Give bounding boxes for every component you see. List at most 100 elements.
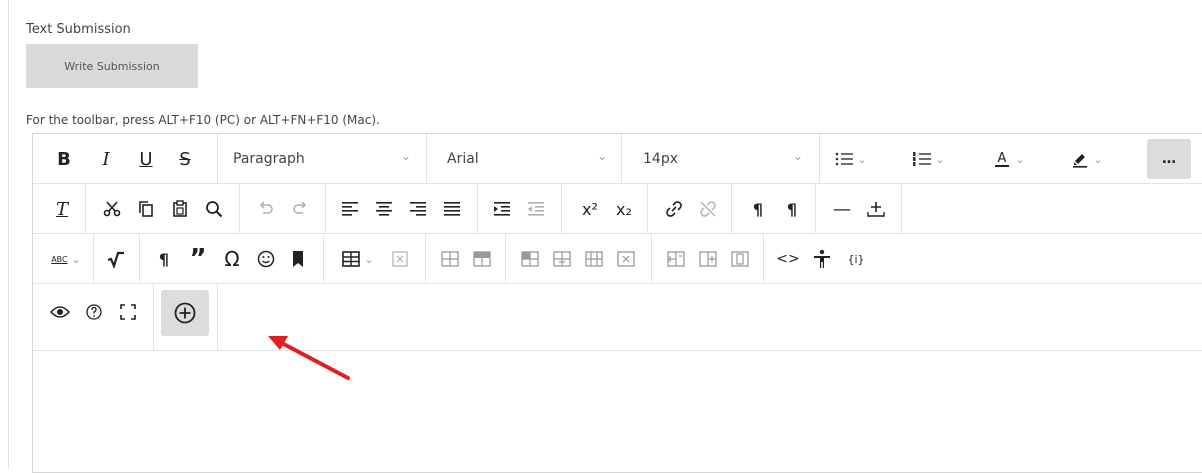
separator (323, 234, 324, 284)
clear-formatting-button[interactable]: T (47, 193, 77, 225)
bullet-list-button[interactable]: ⌄ (829, 143, 873, 175)
horizontal-line-button[interactable]: — (827, 193, 857, 225)
superscript-button[interactable]: x² (575, 193, 605, 225)
paragraph-select[interactable]: Paragraph ⌄ (233, 143, 417, 175)
underline-button[interactable]: U (131, 143, 161, 175)
rtl-button[interactable]: ¶ (777, 193, 807, 225)
left-border (8, 0, 9, 468)
highlighter-icon (1073, 154, 1088, 168)
cell-props-button[interactable] (435, 243, 465, 275)
font-size-select-value: 14px (643, 151, 678, 167)
align-right-icon (410, 202, 426, 216)
unlink-button[interactable] (693, 193, 723, 225)
more-icon: … (1162, 151, 1176, 167)
table-button[interactable]: ⌄ (333, 243, 383, 275)
delete-table-button[interactable] (385, 243, 415, 275)
chevron-down-icon: ⌄ (1093, 152, 1103, 166)
accessibility-button[interactable] (807, 243, 837, 275)
col-delete-icon (731, 251, 749, 267)
paste-button[interactable] (165, 193, 195, 225)
numbered-list-icon (913, 152, 932, 166)
bullet-list-icon (836, 152, 854, 166)
accessibility-icon (814, 249, 830, 268)
separator (815, 184, 816, 234)
outdent-button[interactable] (521, 193, 551, 225)
insert-row-before-button[interactable] (515, 243, 545, 275)
fullscreen-button[interactable] (113, 296, 143, 328)
spellcheck-button[interactable]: ABC ⌄ (43, 243, 89, 275)
plus-circle-icon (174, 302, 196, 324)
font-size-select[interactable]: 14px ⌄ (643, 143, 809, 175)
separator (621, 134, 622, 184)
copy-button[interactable] (131, 193, 161, 225)
chevron-down-icon: ⌄ (935, 152, 945, 166)
row-props-button[interactable] (611, 243, 641, 275)
show-blocks-button[interactable]: ¶ (149, 243, 179, 275)
insert-col-before-button[interactable] (661, 243, 691, 275)
italic-button[interactable]: I (91, 143, 121, 175)
merge-cells-button[interactable] (467, 243, 497, 275)
toolbar-row-2: T x² x₂ ¶ ¶ — (33, 184, 1202, 234)
source-code-button[interactable]: <> (773, 243, 803, 275)
align-justify-icon (444, 202, 460, 216)
more-button[interactable]: … (1147, 139, 1191, 179)
chevron-down-icon: ⌄ (1015, 152, 1025, 166)
rich-text-editor: B I U S Paragraph ⌄ Arial ⌄ 14px ⌄ ⌄ ⌄ A (32, 133, 1202, 473)
redo-button[interactable] (285, 193, 315, 225)
insert-link-button[interactable] (659, 193, 689, 225)
write-submission-button[interactable]: Write Submission (26, 44, 198, 88)
separator (819, 134, 820, 184)
subscript-button[interactable]: x₂ (609, 193, 639, 225)
toolbar-hint: For the toolbar, press ALT+F10 (PC) or A… (26, 113, 380, 127)
special-char-button[interactable]: Ω (217, 243, 247, 275)
table-icon (342, 251, 361, 267)
ltr-button[interactable]: ¶ (743, 193, 773, 225)
help-button[interactable] (79, 296, 109, 328)
table-row-icon (473, 251, 491, 267)
insert-row-after-button[interactable] (547, 243, 577, 275)
insert-nonbreaking-button[interactable] (861, 193, 891, 225)
col-insert-icon (667, 251, 685, 267)
align-left-button[interactable] (335, 193, 365, 225)
anchor-button[interactable] (283, 243, 313, 275)
delete-col-button[interactable] (725, 243, 755, 275)
chevron-down-icon: ⌄ (71, 252, 81, 266)
text-color-button[interactable]: A ⌄ (983, 143, 1035, 175)
cut-button[interactable] (97, 193, 127, 225)
col-after-icon (699, 251, 717, 267)
strikethrough-button[interactable]: S (170, 143, 200, 175)
align-right-button[interactable] (403, 193, 433, 225)
separator (505, 234, 506, 284)
undo-button[interactable] (251, 193, 281, 225)
highlight-color-button[interactable]: ⌄ (1061, 143, 1113, 175)
separator (426, 134, 427, 184)
preview-button[interactable] (45, 296, 75, 328)
separator (217, 134, 218, 184)
toolbar-row-1: B I U S Paragraph ⌄ Arial ⌄ 14px ⌄ ⌄ ⌄ A (33, 134, 1202, 184)
insert-col-after-button[interactable] (693, 243, 723, 275)
font-select-value: Arial (447, 151, 479, 167)
separator (217, 284, 218, 351)
insert-variable-button[interactable]: {i} (841, 243, 871, 275)
paragraph-select-value: Paragraph (233, 151, 305, 167)
indent-button[interactable] (487, 193, 517, 225)
align-center-button[interactable] (369, 193, 399, 225)
delete-row-button[interactable] (579, 243, 609, 275)
undo-icon (259, 201, 273, 214)
copy-icon (139, 201, 153, 217)
add-content-button[interactable] (161, 290, 209, 336)
math-button[interactable] (101, 243, 131, 275)
numbered-list-button[interactable]: ⌄ (907, 143, 951, 175)
align-center-icon (376, 202, 392, 216)
find-button[interactable] (199, 193, 229, 225)
bold-button[interactable]: B (49, 143, 79, 175)
separator (139, 234, 140, 284)
toolbar-row-4 (33, 284, 1202, 351)
blockquote-button[interactable]: ” (183, 243, 213, 275)
chevron-down-icon: ⌄ (857, 152, 867, 166)
plus-underline-icon (867, 202, 885, 217)
separator (85, 184, 86, 234)
justify-button[interactable] (437, 193, 467, 225)
emoji-button[interactable] (251, 243, 281, 275)
font-select[interactable]: Arial ⌄ (447, 143, 613, 175)
